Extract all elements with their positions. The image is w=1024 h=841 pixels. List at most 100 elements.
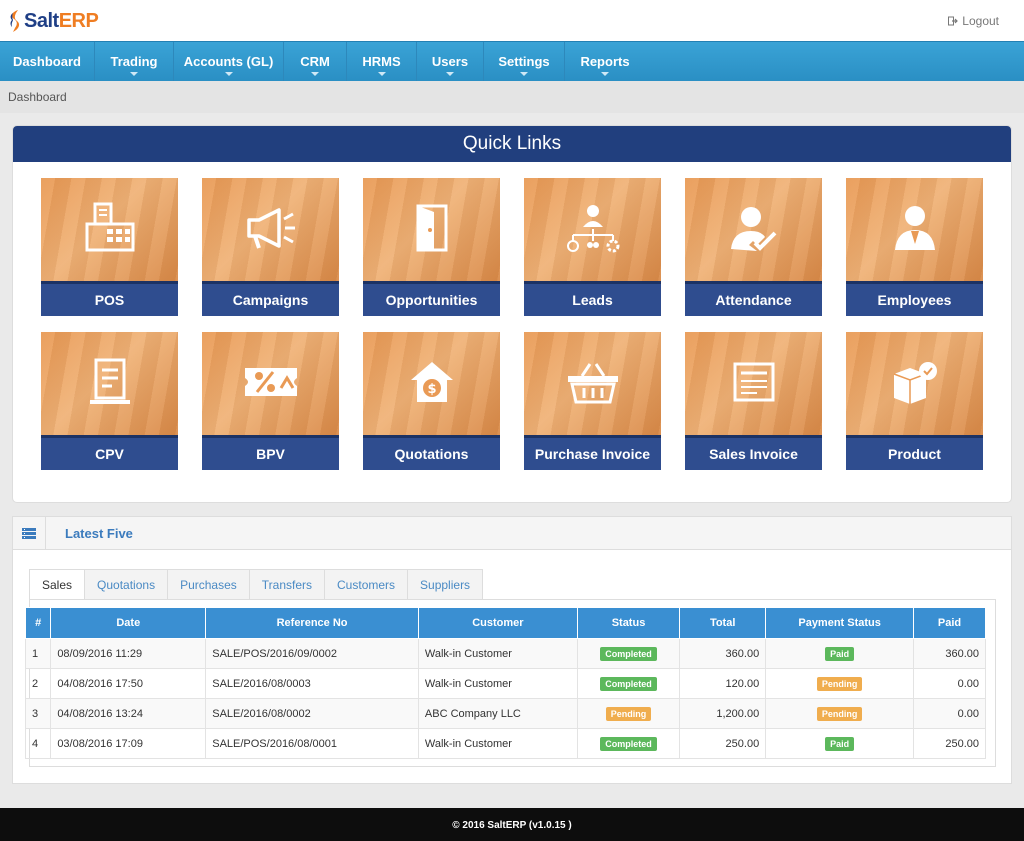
table-row[interactable]: 2 04/08/2016 17:50 SALE/2016/08/0003 Wal… (24, 668, 986, 699)
sign-out-icon (948, 16, 959, 26)
nav-label: Settings (498, 54, 550, 69)
logout-label: Logout (962, 14, 999, 28)
column-header[interactable]: Date (50, 607, 207, 639)
payment-status-badge: Paid (825, 646, 855, 661)
nav-label: Accounts (GL) (183, 54, 274, 69)
caret-down-icon (520, 72, 528, 76)
logo-text-salt: Salt (24, 9, 59, 32)
tab-customers[interactable]: Customers (325, 569, 409, 600)
row-status-cell: Completed (576, 728, 681, 759)
row-payment-cell: Pending (765, 698, 915, 729)
row-reference: SALE/2016/08/0003 (205, 668, 419, 699)
row-number: 1 (24, 638, 52, 669)
basket-icon (567, 363, 618, 404)
panel-icon-box (13, 517, 46, 549)
status-badge: Completed (600, 646, 657, 661)
tile-label: BPV (202, 435, 339, 470)
column-header[interactable]: Customer (417, 607, 578, 639)
table-row[interactable]: 3 04/08/2016 13:24 SALE/2016/08/0002 ABC… (24, 698, 986, 729)
house-dollar-icon: $ (410, 362, 453, 402)
row-number: 2 (24, 668, 52, 699)
logout-link[interactable]: Logout (948, 14, 999, 28)
tile-bpv[interactable]: BPV (202, 332, 339, 470)
nav-hrms[interactable]: HRMS (347, 42, 417, 81)
nav-crm[interactable]: CRM (284, 42, 347, 81)
tab-sales[interactable]: Sales (29, 569, 86, 600)
status-badge: Completed (600, 676, 657, 691)
caret-down-icon (601, 72, 609, 76)
tile-leads[interactable]: Leads (524, 178, 661, 316)
tile-label: Attendance (685, 281, 822, 316)
tile-quotations[interactable]: $ Quotations (363, 332, 500, 470)
tile-cpv[interactable]: CPV (41, 332, 178, 470)
tile-label: CPV (41, 435, 178, 470)
nav-accounts[interactable]: Accounts (GL) (174, 42, 284, 81)
column-header[interactable]: Reference No (205, 607, 419, 639)
payment-status-badge: Paid (825, 736, 855, 751)
row-customer: Walk-in Customer (417, 728, 578, 759)
percent-ticket-icon (244, 368, 297, 396)
tile-sales-invoice[interactable]: Sales Invoice (685, 332, 822, 470)
tile-label: POS (41, 281, 178, 316)
megaphone-icon (246, 208, 295, 249)
nav-users[interactable]: Users (417, 42, 484, 81)
tile-product[interactable]: Product (846, 332, 983, 470)
tab-suppliers[interactable]: Suppliers (408, 569, 484, 600)
tile-opportunities[interactable]: Opportunities (363, 178, 500, 316)
row-number: 3 (24, 698, 52, 729)
tile-campaigns[interactable]: Campaigns (202, 178, 339, 316)
column-header[interactable]: Payment Status (765, 607, 915, 639)
tile-purchase-invoice[interactable]: Purchase Invoice (524, 332, 661, 470)
salterp-logo[interactable]: SaltERP (8, 9, 99, 33)
tile-employees[interactable]: Employees (846, 178, 983, 316)
svg-text:$: $ (427, 382, 436, 397)
row-customer: Walk-in Customer (417, 668, 578, 699)
table-row[interactable]: 1 08/09/2016 11:29 SALE/POS/2016/09/0002… (24, 638, 986, 669)
cash-register-icon (85, 202, 134, 252)
row-status-cell: Completed (576, 668, 681, 699)
row-date: 08/09/2016 11:29 (50, 638, 207, 669)
column-header[interactable]: Total (679, 607, 767, 639)
tab-transfers[interactable]: Transfers (249, 569, 326, 600)
nav-label: Users (431, 54, 469, 69)
top-header: SaltERP Logout (0, 0, 1024, 41)
nav-trading[interactable]: Trading (95, 42, 174, 81)
row-total: 360.00 (679, 638, 767, 669)
row-payment-cell: Pending (765, 668, 915, 699)
column-header[interactable]: # (24, 607, 52, 639)
tile-label: Sales Invoice (685, 435, 822, 470)
row-paid: 360.00 (913, 638, 986, 669)
invoice-icon (733, 362, 774, 402)
tile-label: Purchase Invoice (524, 435, 661, 470)
nav-reports[interactable]: Reports (565, 42, 645, 81)
logo-text: SaltERP (24, 9, 99, 33)
row-customer: ABC Company LLC (417, 698, 578, 729)
tile-label: Opportunities (363, 281, 500, 316)
tile-label: Quotations (363, 435, 500, 470)
row-paid: 0.00 (913, 698, 986, 729)
tab-quotations[interactable]: Quotations (85, 569, 169, 600)
row-date: 04/08/2016 17:50 (50, 668, 207, 699)
tab-purchases[interactable]: Purchases (168, 569, 250, 600)
caret-down-icon (224, 72, 233, 76)
tile-label: Leads (524, 281, 661, 316)
row-status-cell: Pending (576, 698, 681, 729)
tile-label: Campaigns (202, 281, 339, 316)
row-reference: SALE/2016/08/0002 (205, 698, 419, 729)
column-header[interactable]: Status (576, 607, 681, 639)
nav-dashboard[interactable]: Dashboard (0, 42, 95, 81)
tile-pos[interactable]: POS (41, 178, 178, 316)
open-door-icon (416, 204, 447, 252)
table-row[interactable]: 4 03/08/2016 17:09 SALE/POS/2016/08/0001… (24, 728, 986, 759)
row-status-cell: Completed (576, 638, 681, 669)
nav-settings[interactable]: Settings (484, 42, 565, 81)
row-total: 250.00 (679, 728, 767, 759)
column-header[interactable]: Paid (913, 607, 986, 639)
table-header-row: # Date Reference No Customer Status Tota… (24, 607, 986, 639)
row-payment-cell: Paid (765, 638, 915, 669)
user-check-icon (730, 207, 776, 251)
logo-text-erp: ERP (58, 9, 99, 32)
row-payment-cell: Paid (765, 728, 915, 759)
caret-down-icon (311, 72, 319, 76)
tile-attendance[interactable]: Attendance (685, 178, 822, 316)
